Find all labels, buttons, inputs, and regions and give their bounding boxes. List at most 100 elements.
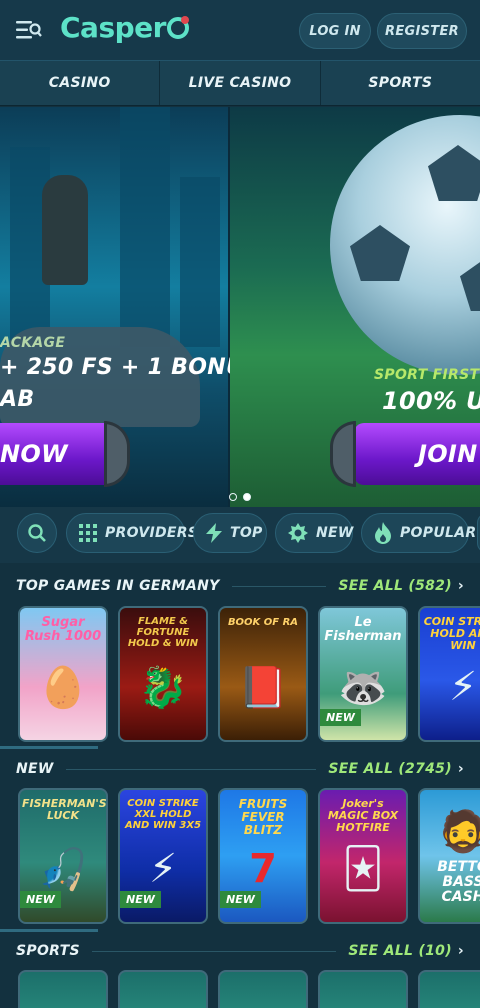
carousel-dot-active[interactable] xyxy=(243,493,251,501)
game-card-betto-bass-cash[interactable]: BETTO BASS CASH 🧔 xyxy=(418,788,480,924)
divider xyxy=(91,950,337,952)
sport-card[interactable] xyxy=(118,970,208,1008)
flame-icon xyxy=(375,522,391,544)
promo-slide-casino[interactable]: ACKAGE + 250 FS + 1 BONUS AB NOW xyxy=(0,107,260,507)
scroll-indicator xyxy=(0,746,98,749)
tab-casino[interactable]: CASINO xyxy=(0,61,161,105)
game-title: Sugar Rush 1000 xyxy=(24,615,102,644)
game-card-book-of-ra[interactable]: BOOK OF RA 📕 xyxy=(218,606,308,742)
menu-icon[interactable] xyxy=(16,18,42,42)
game-card-coin-strike[interactable]: COIN STRIKE HOLD AND WIN ⚡ xyxy=(418,606,480,742)
promo-carousel[interactable]: ACKAGE + 250 FS + 1 BONUS AB NOW SPORT F… xyxy=(0,107,480,507)
scroll-indicator xyxy=(0,929,98,932)
promo-slide-sports[interactable]: SPORT FIRST DE 100% UP T JOIN N xyxy=(230,107,480,507)
new-games-row: FISHERMAN'S LUCK 🎣 NEW COIN STRIKE XXL H… xyxy=(16,788,480,924)
see-all-label: SEE ALL (10) xyxy=(348,943,452,959)
promo-offer-text: + 250 FS + 1 BONUS xyxy=(0,355,261,380)
tab-live-casino[interactable]: LIVE CASINO xyxy=(160,61,321,105)
search-icon xyxy=(28,524,46,542)
chevron-right-icon: › xyxy=(457,578,464,594)
sport-card[interactable] xyxy=(18,970,108,1008)
game-title: FRUITS FEVER BLITZ xyxy=(238,797,288,837)
carousel-dot[interactable] xyxy=(229,493,237,501)
game-title: COIN STRIKE XXL HOLD AND WIN 3X5 xyxy=(124,798,202,831)
ball-panel xyxy=(350,225,410,281)
sports-row xyxy=(16,970,480,1008)
grid-icon xyxy=(79,524,97,542)
tab-sports[interactable]: SPORTS xyxy=(321,61,480,105)
register-button[interactable]: REGISTER xyxy=(377,13,467,49)
game-title: FLAME & FORTUNE HOLD & WIN xyxy=(127,616,199,649)
building-graphic xyxy=(120,107,170,347)
divider xyxy=(231,585,327,587)
search-button[interactable] xyxy=(17,513,57,553)
chevron-right-icon: › xyxy=(457,761,464,777)
see-all-label: SEE ALL (582) xyxy=(338,578,452,594)
divider xyxy=(65,768,317,770)
fisherman-icon: 🎣 xyxy=(38,847,88,893)
filter-top[interactable]: TOP xyxy=(193,513,267,553)
filter-new-label: NEW xyxy=(316,525,354,541)
section-header-sports: SPORTS SEE ALL (10) › xyxy=(16,940,464,962)
carousel-dots xyxy=(229,493,251,501)
promo-cta-button[interactable]: NOW xyxy=(0,423,114,485)
filter-new[interactable]: NEW xyxy=(275,513,353,553)
filter-top-label: TOP xyxy=(230,525,263,541)
cta-cap-graphic xyxy=(330,421,356,487)
login-button[interactable]: LOG IN xyxy=(299,13,371,49)
seven-icon: 7 xyxy=(249,846,277,892)
main-nav: CASINO LIVE CASINO SPORTS xyxy=(0,60,480,106)
game-card-coin-strike-xxl[interactable]: COIN STRIKE XXL HOLD AND WIN 3X5 ⚡ NEW xyxy=(118,788,208,924)
see-all-new[interactable]: SEE ALL (2745) › xyxy=(328,761,464,777)
game-filters: PROVIDERS TOP NEW POPULAR xyxy=(0,507,480,563)
game-card-jokers-magic-box[interactable]: Joker's MAGIC BOX HOTFIRE 🃏 xyxy=(318,788,408,924)
filter-providers[interactable]: PROVIDERS xyxy=(66,513,198,553)
hero-character-image xyxy=(42,175,88,285)
section-title: NEW xyxy=(16,761,54,777)
fisherman-character-icon: 🧔 xyxy=(438,808,480,855)
top-games-row: Sugar Rush 1000 🥚 FLAME & FORTUNE HOLD &… xyxy=(16,606,480,742)
promo-sport-offer: 100% UP T xyxy=(382,387,480,415)
filter-popular-label: POPULAR xyxy=(400,525,477,541)
new-badge: NEW xyxy=(320,709,361,726)
see-all-label: SEE ALL (2745) xyxy=(328,761,452,777)
joker-icon: 🃏 xyxy=(342,846,384,892)
new-badge: NEW xyxy=(120,891,161,908)
game-card-sugar-rush[interactable]: Sugar Rush 1000 🥚 xyxy=(18,606,108,742)
building-graphic xyxy=(180,177,220,347)
ball-panel xyxy=(428,145,480,201)
game-title: BETTO BASS CASH xyxy=(437,859,480,905)
sport-card[interactable] xyxy=(218,970,308,1008)
ball-panel xyxy=(460,255,480,311)
sport-card[interactable] xyxy=(418,970,480,1008)
promo-offer-line2: AB xyxy=(0,387,35,412)
game-title: FISHERMAN'S LUCK xyxy=(22,797,107,822)
join-now-button[interactable]: JOIN N xyxy=(354,423,480,485)
section-header-new: NEW SEE ALL (2745) › xyxy=(16,758,464,780)
sport-card[interactable] xyxy=(318,970,408,1008)
logo[interactable]: Casper xyxy=(60,11,189,44)
see-all-sports[interactable]: SEE ALL (10) › xyxy=(348,943,464,959)
candy-egg-icon: 🥚 xyxy=(38,665,88,711)
game-title: Joker's MAGIC BOX HOTFIRE xyxy=(327,797,399,834)
badge-star-icon xyxy=(288,523,308,543)
filter-popular[interactable]: POPULAR xyxy=(361,513,476,553)
promo-package-text: ACKAGE xyxy=(0,335,66,351)
football-image xyxy=(330,115,480,375)
section-header-top-games: TOP GAMES IN GERMANY SEE ALL (582) › xyxy=(16,575,464,597)
filter-providers-label: PROVIDERS xyxy=(105,525,199,541)
game-title: COIN STRIKE HOLD AND WIN xyxy=(423,615,480,652)
see-all-top-games[interactable]: SEE ALL (582) › xyxy=(338,578,464,594)
section-title: SPORTS xyxy=(16,943,80,959)
game-card-fruits-fever-blitz[interactable]: FRUITS FEVER BLITZ 7 NEW xyxy=(218,788,308,924)
promo-sport-subtext: SPORT FIRST DE xyxy=(374,367,480,383)
game-card-le-fisherman[interactable]: Le Fisherman 🦝 NEW xyxy=(318,606,408,742)
dragon-icon: 🐉 xyxy=(138,665,188,711)
header: Casper LOG IN REGISTER xyxy=(0,0,480,60)
new-badge: NEW xyxy=(220,891,261,908)
cta-cap-graphic xyxy=(104,421,130,487)
game-title: BOOK OF RA xyxy=(227,617,299,628)
game-card-fishermans-luck[interactable]: FISHERMAN'S LUCK 🎣 NEW xyxy=(18,788,108,924)
game-card-flame-fortune[interactable]: FLAME & FORTUNE HOLD & WIN 🐉 xyxy=(118,606,208,742)
lightning-coin-icon: ⚡ xyxy=(448,664,478,710)
